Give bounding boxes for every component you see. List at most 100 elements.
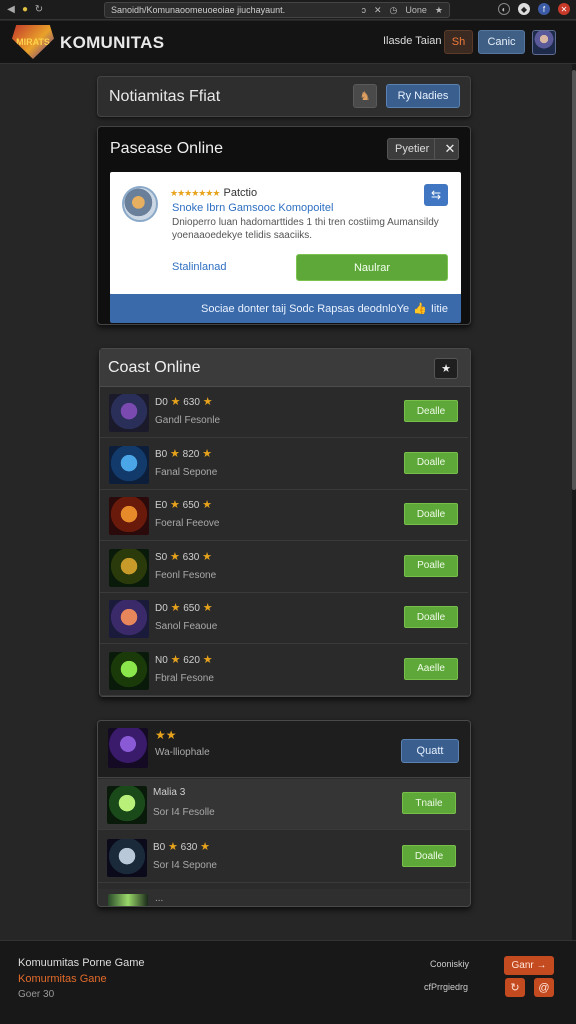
refresh-icon[interactable]: ↻ xyxy=(32,3,46,17)
item-score: 820 xyxy=(182,448,200,460)
star-icon: ★ xyxy=(170,602,181,614)
item-count: D0 xyxy=(155,397,168,408)
list-item[interactable]: D0 ★ 630 ★ Gandl Fesonle Dealle xyxy=(100,387,468,438)
invite-card: ★★★★★★★ Patctio Snoke Ibrn Gamsooc Komopo… xyxy=(110,172,461,295)
online-panel: Pasease Online Pyetier ✕ ★★★★★★★ Patctio … xyxy=(97,126,471,325)
cancel-button[interactable]: Canic xyxy=(478,30,525,54)
game-thumbnail[interactable] xyxy=(107,786,147,824)
status-link[interactable]: Stalinlanad xyxy=(172,261,226,273)
filter-select[interactable]: Pyetier ✕ xyxy=(387,138,459,160)
list-item[interactable]: E0 ★ 650 ★ Foeral Feeove Doalle xyxy=(100,490,468,541)
accept-button[interactable]: Naulrar xyxy=(296,254,448,281)
player-name: Patctio xyxy=(223,187,258,199)
item-count: S0 xyxy=(155,551,168,563)
list-item[interactable]: B0 ★ 820 ★ Fanal Sepone Doalle xyxy=(100,439,468,490)
game-thumbnail[interactable] xyxy=(107,839,147,877)
item-stats: B0 ★ 820 ★ xyxy=(155,447,212,460)
share-icon[interactable]: ⇆ xyxy=(424,184,448,206)
close-tab-icon[interactable]: ✕ xyxy=(374,5,382,16)
header-nav-link[interactable]: Ilasde Taian xyxy=(383,35,442,47)
footer-right-link-2[interactable]: cfPrrgiedrg xyxy=(424,982,468,992)
friends-panel: ★★ Wa-lliophale Quatt Malia 3 Sor I4 Feso… xyxy=(97,720,471,907)
address-text[interactable]: Sanoidh/Komunaoomeuoeoiae jiuchayaunt. xyxy=(111,5,285,15)
item-count: Malia xyxy=(153,787,177,798)
coast-title: Coast Online xyxy=(108,359,201,376)
friend-stars: ★★ xyxy=(155,728,177,742)
quatt-button[interactable]: Quatt xyxy=(401,739,459,763)
game-thumbnail[interactable] xyxy=(109,445,149,484)
account-icon[interactable]: ◐ xyxy=(498,3,510,15)
join-button[interactable]: Doalle xyxy=(402,845,456,867)
footer-link[interactable]: Komurmitas Gane xyxy=(18,973,107,985)
online-panel-footer[interactable]: Sociae donter taij Sodc Rapsas deodnloYe… xyxy=(110,294,461,323)
join-button[interactable]: Doalle xyxy=(404,451,458,474)
brand-name[interactable]: KOMUNITAS xyxy=(60,33,164,53)
notifications-bar: Notiamitas Ffiat ♞ Ry Nadies xyxy=(97,76,471,117)
list-item-partial[interactable]: ... xyxy=(98,889,470,906)
back-icon[interactable]: ◀ xyxy=(4,3,18,17)
page-scrollbar[interactable] xyxy=(572,64,576,940)
list-item[interactable]: D0 ★ 650 ★ Sanol Feaoue Doalle xyxy=(100,593,468,644)
extension-icon[interactable]: ✕ xyxy=(558,3,570,15)
sh-button[interactable]: Sh xyxy=(444,30,473,54)
footer-right-link-1[interactable]: Cooniskiy xyxy=(430,959,469,969)
footer-meta: Goer 30 xyxy=(18,989,55,1000)
list-item[interactable]: B0 ★ 630 ★ Sor I4 Sepone Doalle xyxy=(98,832,470,883)
social-icon[interactable]: f xyxy=(538,3,550,15)
item-score: 630 xyxy=(183,397,200,408)
favorite-star-icon[interactable]: ★ xyxy=(434,358,458,379)
footer-title: Komuumitas Porne Game xyxy=(18,957,145,969)
item-count: B0 xyxy=(153,842,166,853)
logo-text: MIRATS xyxy=(16,37,50,47)
list-item[interactable]: Malia 3 Sor I4 Fesolle Tnaile xyxy=(98,779,470,830)
item-name: Fbral Fesone xyxy=(155,672,214,684)
at-social-icon[interactable]: @ xyxy=(534,978,554,997)
game-thumbnail[interactable] xyxy=(109,600,149,638)
star-icon: ★ xyxy=(202,447,213,460)
join-button[interactable]: Poalle xyxy=(404,554,458,577)
card-subtitle[interactable]: Snoke Ibrn Gamsooc Komopoitel xyxy=(172,202,333,214)
page-footer: Komuumitas Porne Game Komurmitas Gane Go… xyxy=(0,940,576,1024)
star-icon: ★ xyxy=(200,841,211,853)
game-thumbnail[interactable] xyxy=(109,651,149,690)
list-item[interactable]: N0 ★ 620 ★ Fbral Fesone Aaelle xyxy=(100,645,468,696)
ry-nadies-button[interactable]: Ry Nadies xyxy=(386,84,460,108)
item-count: N0 xyxy=(155,654,168,666)
player-avatar[interactable] xyxy=(122,186,158,222)
game-thumbnail[interactable] xyxy=(109,497,149,535)
item-name: Gandl Fesonle xyxy=(155,415,221,426)
thumbs-up-icon: 👍 xyxy=(413,303,427,315)
join-button[interactable]: Tnaile xyxy=(402,792,456,814)
friend-thumbnail[interactable] xyxy=(108,728,148,768)
item-score: 630 xyxy=(180,842,198,853)
shield-icon[interactable]: ◆ xyxy=(518,3,530,15)
item-stats: E0 ★ 650 ★ xyxy=(155,498,212,511)
join-button[interactable]: Dealle xyxy=(404,400,458,422)
game-thumbnail[interactable] xyxy=(109,394,149,432)
security-icon: ↄ xyxy=(361,5,367,15)
card-description: Dnioperro luan hadomarttides 1 thi tren … xyxy=(172,217,439,241)
close-icon[interactable]: ✕ xyxy=(434,139,458,159)
scrollbar-thumb[interactable] xyxy=(572,70,576,490)
forward-icon[interactable]: ● xyxy=(18,3,32,17)
item-name: Fanal Sepone xyxy=(155,466,218,478)
online-panel-title: Pasease Online xyxy=(110,140,223,157)
list-item[interactable]: S0 ★ 630 ★ Feonl Fesone Poalle xyxy=(100,542,468,593)
item-stats: D0 ★ 650 ★ xyxy=(155,601,213,614)
game-cta-button[interactable]: Ganr → xyxy=(504,956,554,975)
character-icon[interactable]: ♞ xyxy=(353,84,377,108)
star-icon: ★ xyxy=(202,499,213,511)
coast-online-panel: Coast Online ★ D0 ★ 630 ★ Gandl Fesonle De… xyxy=(99,348,471,697)
star-icon: ★ xyxy=(170,447,180,460)
address-bar[interactable]: Sanoidh/Komunaoomeuoeoiae jiuchayaunt. ↄ… xyxy=(104,2,450,18)
user-avatar[interactable] xyxy=(532,30,556,55)
brand-logo[interactable]: MIRATS xyxy=(12,25,54,59)
item-score: 630 xyxy=(182,551,200,563)
join-button[interactable]: Aaelle xyxy=(404,657,458,680)
refresh-social-icon[interactable]: ↻ xyxy=(505,978,525,997)
join-button[interactable]: Doalle xyxy=(404,606,458,628)
browser-toolbar: ◀ ● ↻ Sanoidh/Komunaoomeuoeoiae jiuchaya… xyxy=(0,0,576,20)
join-button[interactable]: Doalle xyxy=(404,503,458,525)
bookmark-star-icon[interactable]: ★ xyxy=(435,5,443,16)
game-thumbnail[interactable] xyxy=(109,548,149,587)
